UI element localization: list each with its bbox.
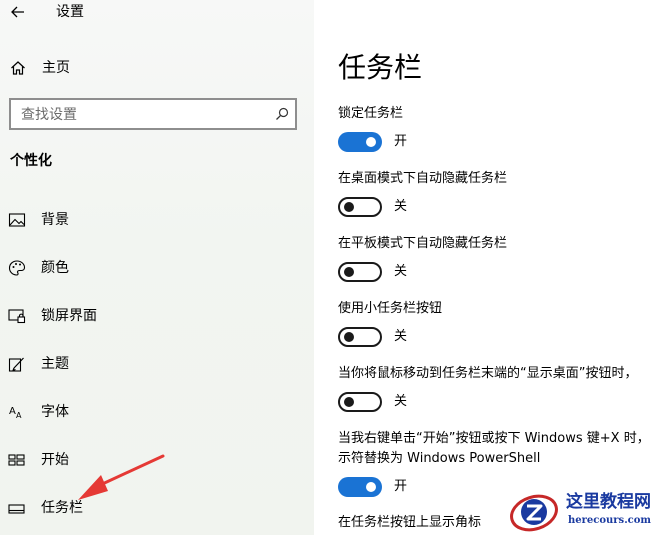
sidebar-item-fonts[interactable]: A A 字体 bbox=[0, 397, 314, 427]
sidebar-item-label: 开始 bbox=[41, 452, 69, 468]
toggle-state: 关 bbox=[394, 199, 408, 214]
setting-autohide-desktop: 在桌面模式下自动隐藏任务栏 关 bbox=[338, 169, 656, 223]
autohide-desktop-toggle[interactable] bbox=[338, 197, 382, 217]
sidebar-item-background[interactable]: 背景 bbox=[0, 205, 314, 235]
lock-taskbar-toggle[interactable] bbox=[338, 132, 382, 152]
setting-label: 当你将鼠标移动到任务栏末端的“显示桌面”按钮时， bbox=[338, 366, 638, 381]
peek-desktop-toggle[interactable] bbox=[338, 392, 382, 412]
search-icon[interactable] bbox=[275, 107, 289, 121]
sidebar-item-label: 主题 bbox=[41, 356, 69, 372]
search-input[interactable] bbox=[21, 105, 261, 125]
setting-small-buttons: 使用小任务栏按钮 关 bbox=[338, 299, 656, 353]
sidebar-item-label: 锁屏界面 bbox=[41, 308, 97, 324]
setting-label: 在桌面模式下自动隐藏任务栏 bbox=[338, 171, 508, 186]
svg-text:A: A bbox=[16, 411, 22, 420]
window-title: 设置 bbox=[56, 4, 84, 20]
autohide-tablet-toggle[interactable] bbox=[338, 262, 382, 282]
back-button[interactable] bbox=[8, 2, 28, 22]
toggle-knob bbox=[344, 267, 354, 277]
svg-text:A: A bbox=[9, 406, 16, 417]
sidebar-item-start[interactable]: 开始 bbox=[0, 445, 314, 475]
sidebar-item-label: 背景 bbox=[41, 212, 69, 228]
title-bar: 设置 bbox=[0, 0, 314, 26]
image-icon bbox=[8, 213, 26, 227]
toggle-state: 开 bbox=[394, 479, 408, 494]
watermark-logo-icon bbox=[510, 494, 558, 532]
sidebar: 设置 主页 个性化 背景 颜色 bbox=[0, 0, 314, 535]
setting-label-line2: 示符替换为 Windows PowerShell bbox=[338, 451, 541, 466]
toggle-state: 开 bbox=[394, 134, 408, 149]
toggle-knob bbox=[344, 202, 354, 212]
home-icon bbox=[11, 61, 25, 75]
lock-screen-icon bbox=[8, 309, 26, 324]
theme-brush-icon bbox=[8, 357, 24, 372]
setting-label: 在平板模式下自动隐藏任务栏 bbox=[338, 236, 508, 251]
watermark: 这里教程网 herecours.com bbox=[508, 490, 656, 535]
start-menu-icon bbox=[8, 454, 25, 466]
setting-peek-desktop: 当你将鼠标移动到任务栏末端的“显示桌面”按钮时， 关 bbox=[338, 364, 656, 418]
setting-label: 使用小任务栏按钮 bbox=[338, 301, 443, 316]
sidebar-item-label: 颜色 bbox=[41, 260, 69, 276]
section-title: 个性化 bbox=[10, 153, 52, 169]
toggle-knob bbox=[366, 137, 376, 147]
sidebar-item-label: 字体 bbox=[41, 404, 69, 420]
sidebar-item-colors[interactable]: 颜色 bbox=[0, 253, 314, 283]
toggle-state: 关 bbox=[394, 394, 408, 409]
toggle-state: 关 bbox=[394, 264, 408, 279]
palette-icon bbox=[8, 260, 26, 276]
watermark-url: herecours.com bbox=[568, 515, 652, 526]
sidebar-item-themes[interactable]: 主题 bbox=[0, 349, 314, 379]
sidebar-item-lock-screen[interactable]: 锁屏界面 bbox=[0, 301, 314, 331]
toggle-knob bbox=[344, 332, 354, 342]
setting-label: 锁定任务栏 bbox=[338, 106, 404, 121]
toggle-knob bbox=[344, 397, 354, 407]
sidebar-item-home[interactable]: 主页 bbox=[0, 54, 314, 82]
small-buttons-toggle[interactable] bbox=[338, 327, 382, 347]
sidebar-item-label: 任务栏 bbox=[41, 500, 83, 516]
setting-label: 当我右键单击“开始”按钮或按下 Windows 键+X 时， bbox=[338, 431, 650, 446]
font-icon: A A bbox=[9, 406, 22, 420]
sidebar-item-taskbar[interactable]: 任务栏 bbox=[0, 493, 314, 523]
taskbar-icon bbox=[8, 504, 25, 514]
search-box[interactable] bbox=[9, 98, 297, 130]
setting-autohide-tablet: 在平板模式下自动隐藏任务栏 关 bbox=[338, 234, 656, 288]
toggle-knob bbox=[366, 482, 376, 492]
main-content: 任务栏 锁定任务栏 开 在桌面模式下自动隐藏任务栏 关 在平板模式下自动隐藏任务… bbox=[314, 0, 656, 535]
watermark-title: 这里教程网 bbox=[566, 492, 651, 512]
page-title: 任务栏 bbox=[338, 51, 423, 84]
powershell-toggle[interactable] bbox=[338, 477, 382, 497]
back-arrow-icon bbox=[11, 6, 24, 18]
setting-lock-taskbar: 锁定任务栏 开 bbox=[338, 104, 656, 158]
sidebar-home-label: 主页 bbox=[42, 60, 70, 76]
toggle-state: 关 bbox=[394, 329, 408, 344]
